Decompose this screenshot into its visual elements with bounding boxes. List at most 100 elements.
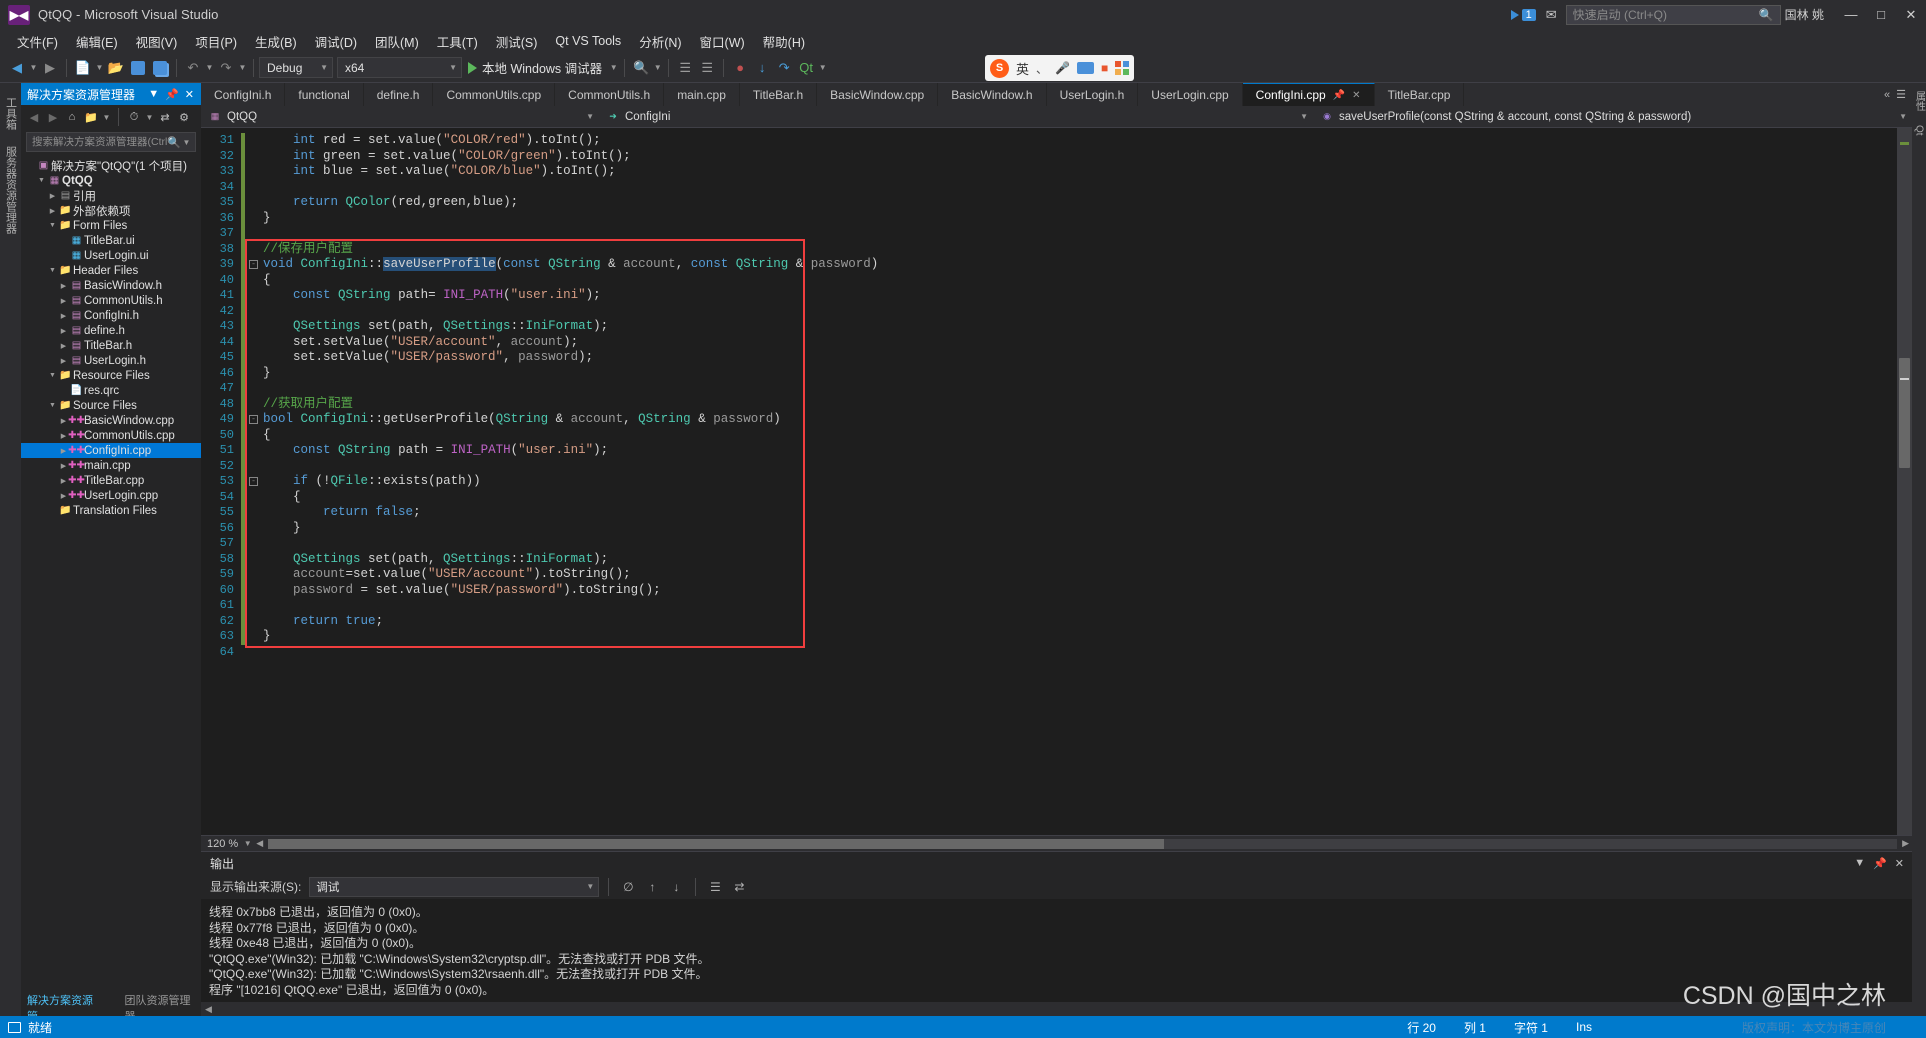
code-line[interactable]	[245, 381, 1912, 397]
menu-item-9[interactable]: Qt VS Tools	[546, 32, 630, 50]
code-line[interactable]: return false;	[245, 505, 1912, 521]
toggle-breakpoint-icon[interactable]: ●	[729, 57, 751, 79]
code-line[interactable]: }	[245, 366, 1912, 382]
code-line[interactable]: QSettings set(path, QSettings::IniFormat…	[245, 552, 1912, 568]
comment-icon[interactable]: ☰	[674, 57, 696, 79]
new-item-dropdown-icon[interactable]: ▼	[94, 63, 105, 72]
code-line[interactable]: - void ConfigIni::saveUserProfile(const Q…	[245, 257, 1912, 273]
tree-item-[interactable]: ▶ ▤ 引用	[21, 188, 201, 203]
tree-item-translation-files[interactable]: 📁 Translation Files	[21, 503, 201, 518]
chevron-down-icon[interactable]: ▼	[47, 372, 58, 379]
show-all-files-icon[interactable]: 📁	[82, 108, 100, 126]
tree-item-configini-h[interactable]: ▶ ▤ ConfigIni.h	[21, 308, 201, 323]
open-file-icon[interactable]: 📂	[105, 57, 127, 79]
chevron-down-icon[interactable]: ▼	[36, 177, 47, 184]
code-line[interactable]: return true;	[245, 614, 1912, 630]
editor-vertical-scrollbar[interactable]	[1897, 128, 1912, 835]
tree-item-main-cpp[interactable]: ▶ ✚✚ main.cpp	[21, 458, 201, 473]
close-icon[interactable]: ✕	[182, 88, 197, 101]
chevron-right-icon[interactable]: ▶	[58, 282, 69, 290]
chevron-down-icon[interactable]: ▼	[181, 138, 192, 147]
chevron-right-icon[interactable]: ▶	[58, 342, 69, 350]
tree-item-qtqq[interactable]: ▼ ▦ QtQQ	[21, 173, 201, 188]
chevron-down-icon[interactable]: ▼	[145, 88, 162, 100]
clear-all-icon[interactable]: ∅	[618, 877, 638, 897]
code-line[interactable]: {	[245, 273, 1912, 289]
menu-item-8[interactable]: 测试(S)	[487, 30, 547, 53]
chevron-double-left-icon[interactable]: «	[1884, 89, 1890, 101]
pin-icon[interactable]: 📌	[162, 88, 182, 101]
code-line[interactable]: int green = set.value("COLOR/green").toI…	[245, 149, 1912, 165]
word-wrap-icon[interactable]: ☰	[705, 877, 725, 897]
docked-tab-1[interactable]: 服务器资源管理器	[3, 146, 19, 234]
code-line[interactable]	[245, 304, 1912, 320]
navbar-member-combo[interactable]: ◉ saveUserProfile(const QString & accoun…	[1313, 107, 1912, 127]
editor-tab-define-h[interactable]: define.h	[364, 83, 434, 106]
solution-configuration-combo[interactable]: Debug ▼	[259, 57, 333, 78]
sogou-logo-icon[interactable]: S	[990, 58, 1009, 78]
menu-item-4[interactable]: 生成(B)	[246, 30, 306, 53]
navigate-forward-icon[interactable]: ▶	[39, 57, 61, 79]
code-line[interactable]: }	[245, 629, 1912, 645]
code-line[interactable]: - if (!QFile::exists(path))	[245, 474, 1912, 490]
code-line[interactable]: const QString path= INI_PATH("user.ini")…	[245, 288, 1912, 304]
editor-tab-configini-h[interactable]: ConfigIni.h	[201, 83, 286, 106]
code-line[interactable]: set.setValue("USER/account", account);	[245, 335, 1912, 351]
tree-item-basicwindow-h[interactable]: ▶ ▤ BasicWindow.h	[21, 278, 201, 293]
home-icon[interactable]: ⌂	[63, 108, 81, 126]
properties-icon[interactable]: ⚙	[175, 108, 193, 126]
tree-item-userlogin-cpp[interactable]: ▶ ✚✚ UserLogin.cpp	[21, 488, 201, 503]
docked-tab-0[interactable]: 属性	[1912, 91, 1926, 111]
code-line[interactable]: int red = set.value("COLOR/red").toInt()…	[245, 133, 1912, 149]
editor-tab-commonutils-cpp[interactable]: CommonUtils.cpp	[433, 83, 556, 106]
docked-tab-0[interactable]: 工具箱	[3, 97, 19, 130]
chevron-right-icon[interactable]: ▶	[47, 207, 58, 215]
tab-list-icon[interactable]: ☰	[1896, 88, 1906, 101]
hscrollbar-thumb[interactable]	[268, 838, 1165, 849]
tree-item-header-files[interactable]: ▼ 📁 Header Files	[21, 263, 201, 278]
code-line[interactable]	[245, 536, 1912, 552]
menu-item-5[interactable]: 调试(D)	[306, 30, 366, 53]
code-line[interactable]: int blue = set.value("COLOR/blue").toInt…	[245, 164, 1912, 180]
tree-item-resource-files[interactable]: ▼ 📁 Resource Files	[21, 368, 201, 383]
code-line[interactable]: //保存用户配置	[245, 242, 1912, 258]
output-text-body[interactable]: 线程 0x7bb8 已退出，返回值为 0 (0x0)。 线程 0x77f8 已退出…	[201, 899, 1912, 1002]
toolbox-icon[interactable]	[1115, 61, 1130, 75]
chevron-right-icon[interactable]: ▶	[58, 357, 69, 365]
start-debugging-button[interactable]: 本地 Windows 调试器	[462, 57, 608, 79]
microphone-icon[interactable]: 🎤	[1055, 61, 1070, 75]
search-input[interactable]	[32, 136, 168, 148]
tree-item-configini-cpp[interactable]: ▶ ✚✚ ConfigIni.cpp	[21, 443, 201, 458]
navigate-back-icon[interactable]: ◀	[6, 57, 28, 79]
menu-item-0[interactable]: 文件(F)	[8, 30, 67, 53]
editor-tab-userlogin-cpp[interactable]: UserLogin.cpp	[1138, 83, 1243, 106]
tree-item-titlebar-ui[interactable]: ▦ TitleBar.ui	[21, 233, 201, 248]
editor-tab-basicwindow-h[interactable]: BasicWindow.h	[938, 83, 1047, 106]
minimize-button[interactable]: —	[1836, 0, 1866, 29]
code-line[interactable]: QSettings set(path, QSettings::IniFormat…	[245, 319, 1912, 335]
scroll-left-icon[interactable]: ◀	[253, 838, 266, 849]
feedback-icon[interactable]: ✉	[1546, 7, 1557, 23]
menu-item-1[interactable]: 编辑(E)	[67, 30, 127, 53]
code-line[interactable]	[245, 598, 1912, 614]
undo-icon[interactable]: ↶	[182, 57, 204, 79]
forward-icon[interactable]: ▶	[44, 108, 62, 126]
editor-tab-configini-cpp[interactable]: ConfigIni.cpp 📌 ✕	[1242, 83, 1375, 106]
go-to-next-icon[interactable]: ↓	[666, 877, 686, 897]
fold-toggle-icon[interactable]: -	[249, 260, 258, 269]
close-icon[interactable]: ✕	[1352, 90, 1360, 101]
fold-toggle-icon[interactable]: -	[249, 477, 258, 486]
menu-item-10[interactable]: 分析(N)	[630, 30, 690, 53]
code-lines[interactable]: int red = set.value("COLOR/red").toInt()…	[245, 128, 1912, 835]
ime-mode-label[interactable]: 英	[1016, 59, 1029, 78]
pin-icon[interactable]: 📌	[1869, 857, 1891, 870]
output-source-combo[interactable]: 调试 ▼	[309, 876, 600, 897]
chevron-down-icon[interactable]: ▼	[1850, 857, 1869, 869]
tree-item-titlebar-h[interactable]: ▶ ▤ TitleBar.h	[21, 338, 201, 353]
pending-changes-icon[interactable]: ⏱	[125, 108, 143, 126]
undo-dropdown-icon[interactable]: ▼	[204, 63, 215, 72]
scroll-left-icon[interactable]: ◀	[201, 1004, 216, 1015]
settings-icon[interactable]: ⇄	[729, 877, 749, 897]
save-icon[interactable]	[127, 57, 149, 79]
code-line[interactable]: password = set.value("USER/password").to…	[245, 583, 1912, 599]
